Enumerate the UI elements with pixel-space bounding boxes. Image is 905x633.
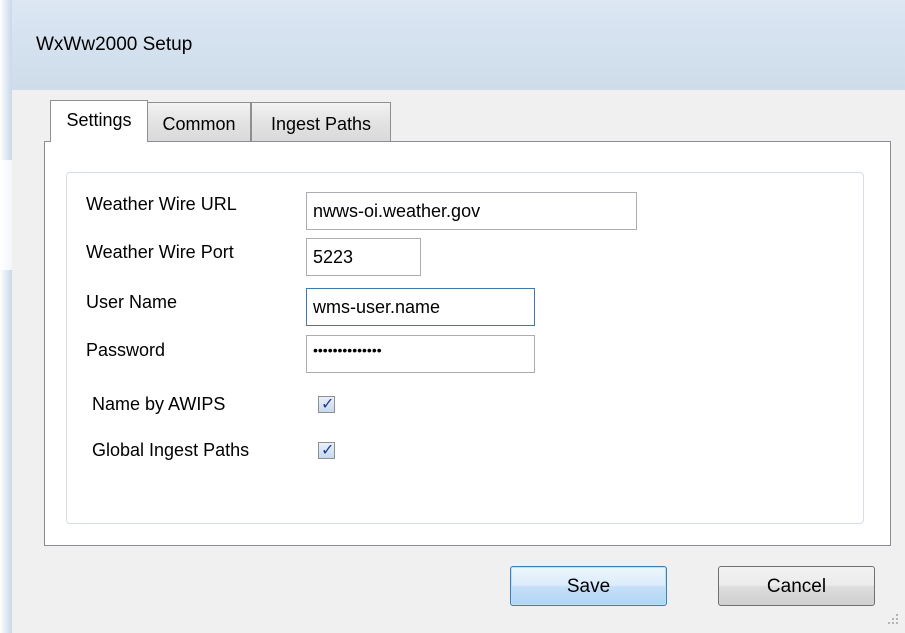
cancel-button-label: Cancel xyxy=(766,576,827,597)
password-label: Password xyxy=(86,340,166,360)
tab-ingest-paths[interactable]: Ingest Paths xyxy=(251,102,391,142)
global-ingest-paths-checkbox[interactable]: ✓ xyxy=(318,440,335,459)
check-icon: ✓ xyxy=(321,394,335,413)
window-title: WxWw2000 Setup xyxy=(36,34,193,55)
weather-wire-port-label: Weather Wire Port xyxy=(86,242,234,262)
save-button-label: Save xyxy=(566,576,611,597)
resize-grip-icon[interactable] xyxy=(885,613,899,627)
user-name-input[interactable]: wms-user.name xyxy=(306,288,535,326)
tab-settings-label: Settings xyxy=(66,110,132,130)
save-button[interactable]: Save xyxy=(510,566,667,606)
weather-wire-url-label: Weather Wire URL xyxy=(86,194,237,214)
cancel-button[interactable]: Cancel xyxy=(718,566,875,606)
tab-ingest-paths-label: Ingest Paths xyxy=(270,114,372,134)
weather-wire-url-input[interactable]: nwws-oi.weather.gov xyxy=(306,192,637,230)
weather-wire-port-input[interactable]: 5223 xyxy=(306,238,421,276)
tab-settings[interactable]: Settings xyxy=(50,100,148,142)
window-frame-left xyxy=(0,0,12,633)
name-by-awips-label: Name by AWIPS xyxy=(92,394,226,414)
global-ingest-paths-label: Global Ingest Paths xyxy=(92,440,250,460)
setup-dialog: WxWw2000 Setup Settings Common Ingest Pa… xyxy=(0,0,905,633)
password-input[interactable]: •••••••••••••• xyxy=(306,335,535,373)
tab-common-label: Common xyxy=(162,114,236,134)
user-name-label: User Name xyxy=(86,292,178,312)
window-frame-highlight xyxy=(0,160,12,270)
check-icon: ✓ xyxy=(321,440,335,459)
name-by-awips-checkbox[interactable]: ✓ xyxy=(318,394,335,413)
tab-common[interactable]: Common xyxy=(147,102,251,142)
title-bar[interactable]: WxWw2000 Setup xyxy=(12,0,905,90)
